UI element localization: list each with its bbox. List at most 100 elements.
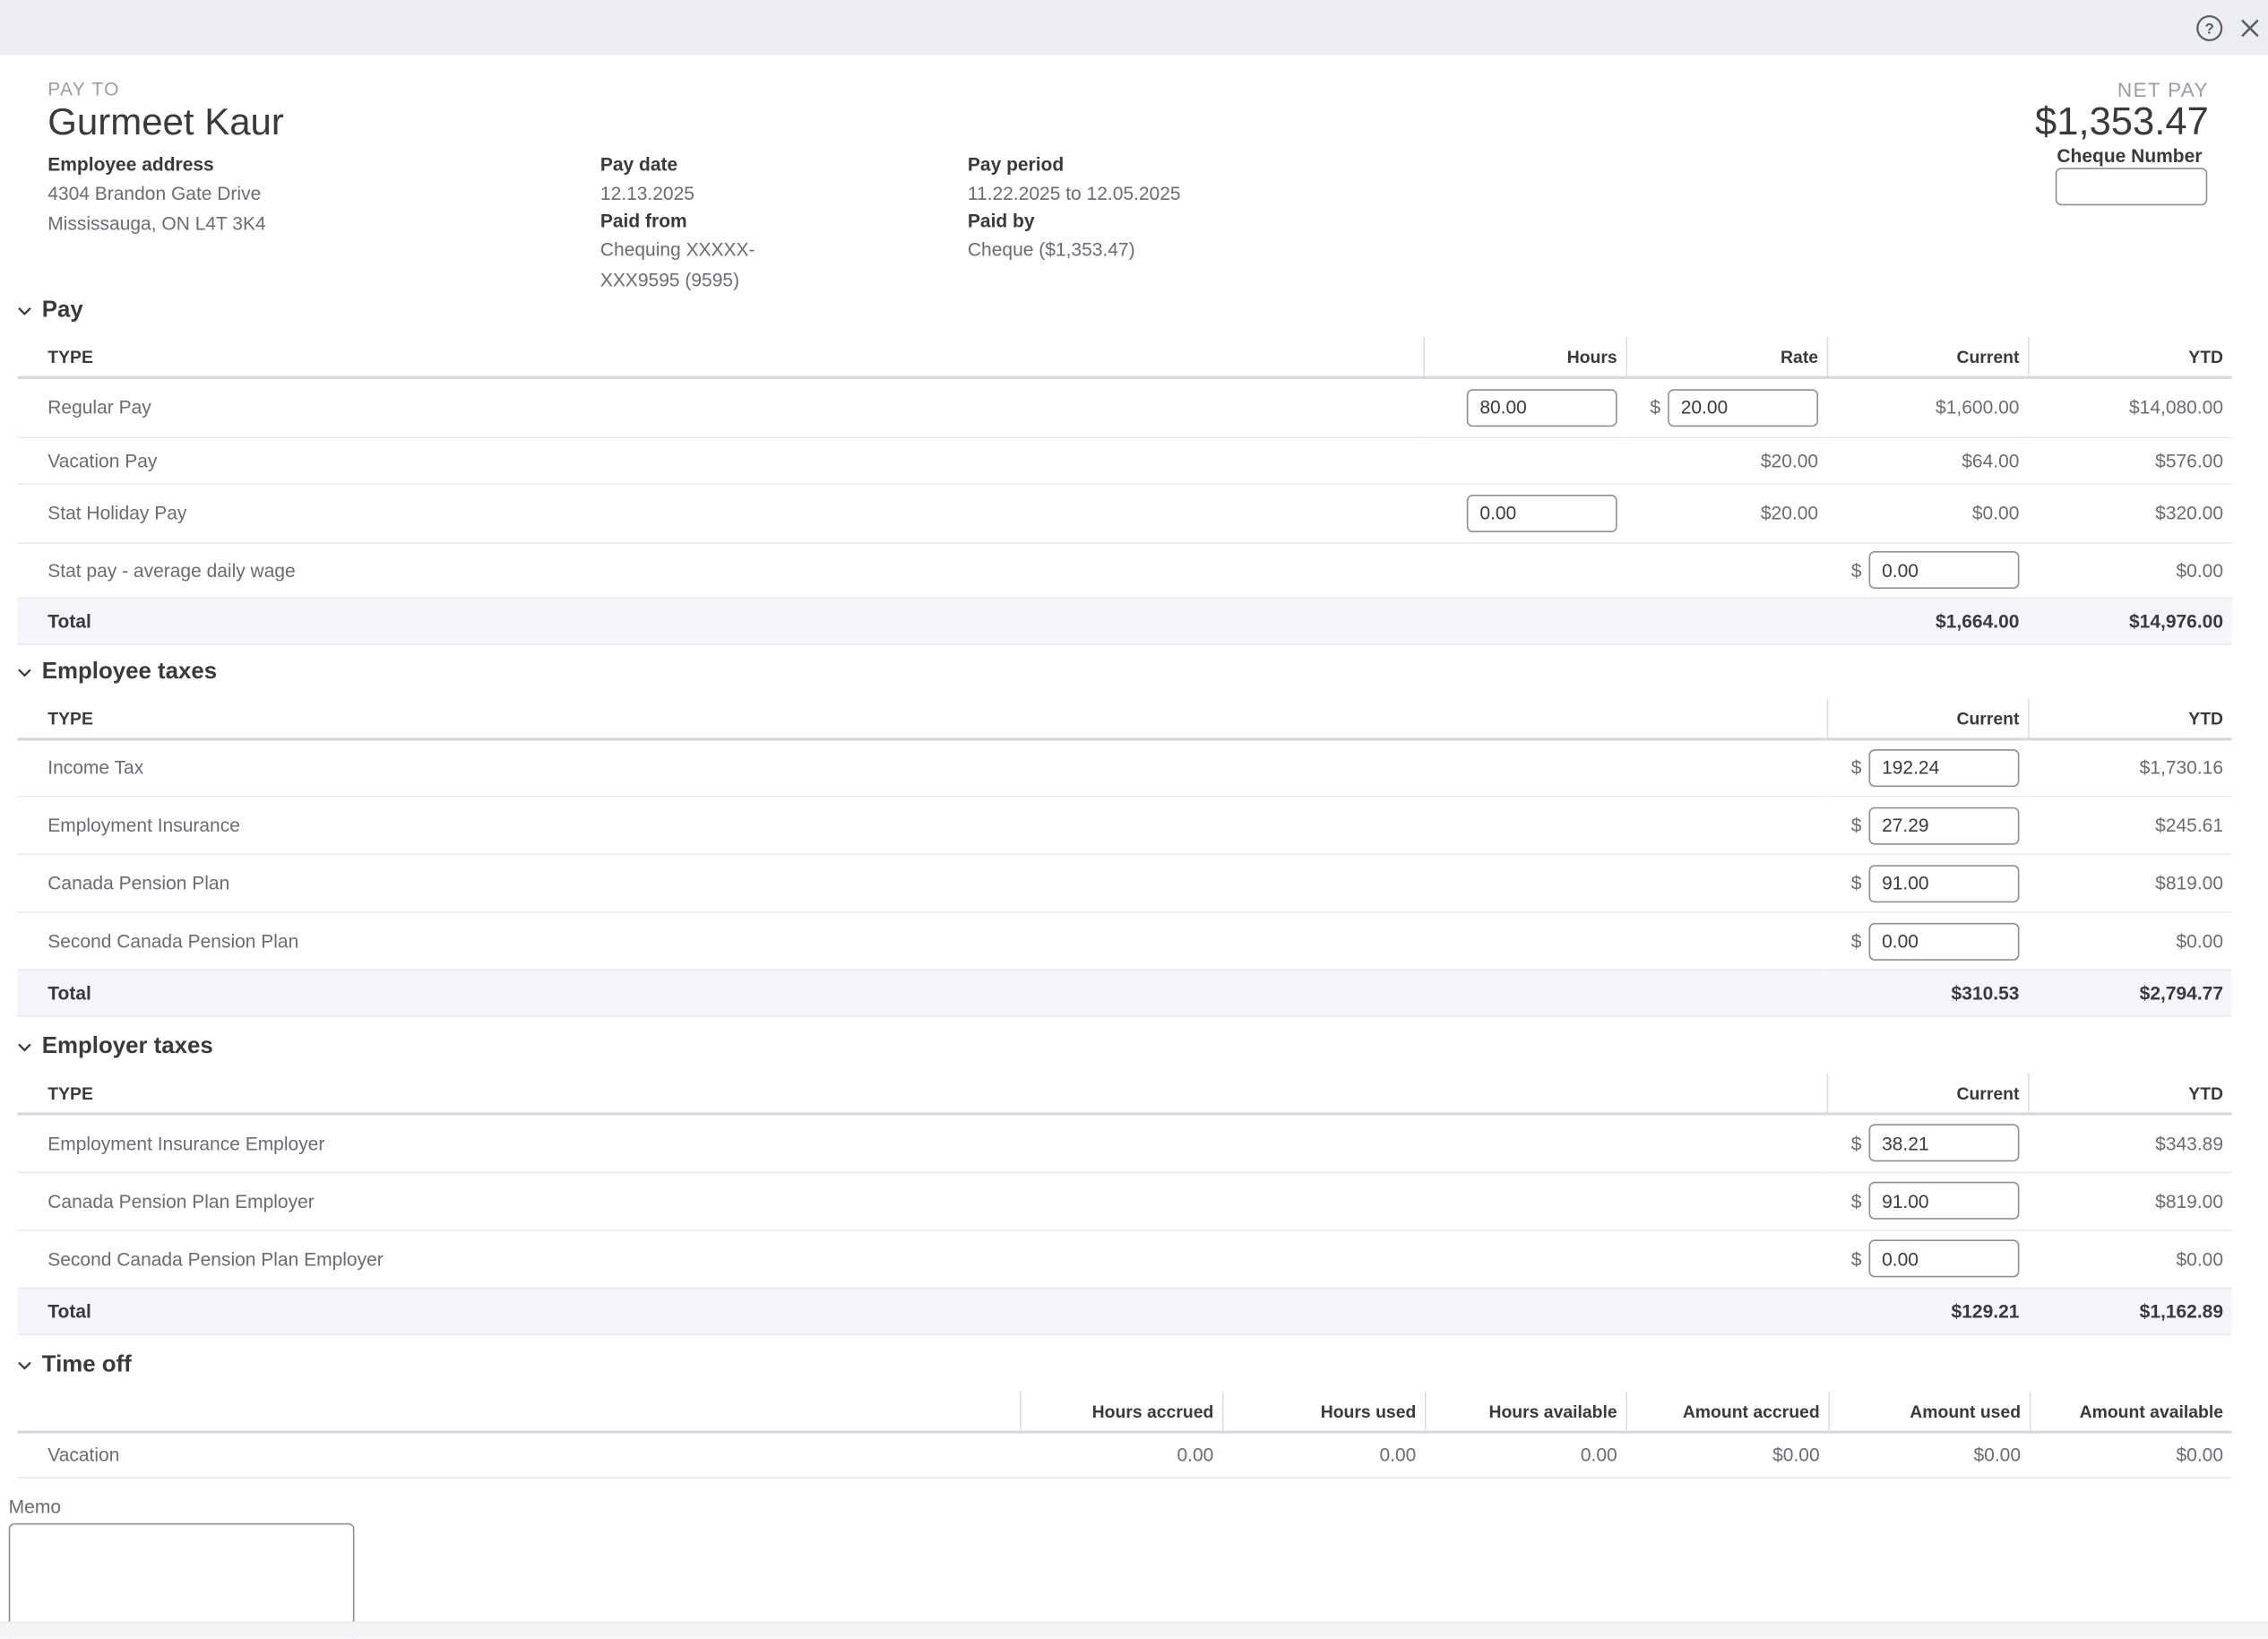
pay-current: $1,600.00 <box>1827 377 2028 436</box>
paid-from-line-1: Chequing XXXXX- <box>600 238 755 260</box>
pay-table: TYPE Hours Rate Current YTD Regular Pay … <box>17 335 2231 644</box>
table-row: Income Tax $ $1,730.16 <box>17 738 2231 797</box>
pay-type: Vacation Pay <box>17 436 1423 483</box>
emp-tax-col-current: Current <box>1827 696 2028 738</box>
timeoff-col-hours-available: Hours available <box>1425 1389 1626 1431</box>
table-row: Second Canada Pension Plan $ $0.00 <box>17 912 2231 970</box>
time-off-header-row: Hours accrued Hours used Hours available… <box>17 1389 2231 1431</box>
pay-ytd: $0.00 <box>2028 542 2232 597</box>
pay-col-hours: Hours <box>1423 335 1626 377</box>
timeoff-col-type <box>17 1389 1020 1431</box>
paycheque-header: PAY TO Gurmeet Kaur Employee address 430… <box>0 55 2268 289</box>
tax-ytd: $819.00 <box>2028 1172 2232 1230</box>
section-pay: Pay <box>17 298 2268 324</box>
pay-rate: $20.00 <box>1626 483 1826 542</box>
address-line-2: Mississauga, ON L4T 3K4 <box>47 212 265 234</box>
employer-taxes-section-title: Employer taxes <box>42 1034 213 1060</box>
cheque-number-label: Cheque Number <box>2057 144 2202 166</box>
employer-taxes-total-row: Total $129.21 $1,162.89 <box>17 1288 2231 1334</box>
tax-type: Canada Pension Plan Employer <box>17 1172 1826 1230</box>
timeoff-col-amount-used: Amount used <box>1828 1389 2029 1431</box>
timeoff-col-amount-accrued: Amount accrued <box>1626 1389 1828 1431</box>
net-pay-label: NET PAY <box>2117 78 2209 101</box>
pay-header-row: TYPE Hours Rate Current YTD <box>17 335 2231 377</box>
pay-hours <box>1423 436 1626 483</box>
timeoff-hours-available: 0.00 <box>1425 1431 1626 1478</box>
regular-pay-rate-input[interactable] <box>1668 389 1818 427</box>
tax-total-current: $129.21 <box>1827 1288 2028 1334</box>
pay-ytd: $14,080.00 <box>2028 377 2232 436</box>
tax-type: Employment Insurance Employer <box>17 1114 1826 1172</box>
pay-rate: $20.00 <box>1626 436 1826 483</box>
timeoff-col-hours-accrued: Hours accrued <box>1020 1389 1222 1431</box>
employee-taxes-total-row: Total $310.53 $2,794.77 <box>17 970 2231 1016</box>
timeoff-hours-used: 0.00 <box>1222 1431 1425 1478</box>
er-tax-col-ytd: YTD <box>2028 1072 2232 1114</box>
pay-type: Regular Pay <box>17 377 1423 436</box>
pay-total-row: Total $1,664.00 $14,976.00 <box>17 598 2231 644</box>
pay-total-ytd: $14,976.00 <box>2028 598 2232 644</box>
timeoff-col-amount-available: Amount available <box>2030 1389 2232 1431</box>
regular-pay-hours-input[interactable] <box>1467 389 1617 427</box>
pay-section-title: Pay <box>42 298 83 324</box>
table-row: Canada Pension Plan Employer $ $819.00 <box>17 1172 2231 1230</box>
table-row: Second Canada Pension Plan Employer $ $0… <box>17 1229 2231 1288</box>
tax-total-ytd: $2,794.77 <box>2028 970 2232 1016</box>
top-bar: ? <box>0 0 2268 55</box>
canada-pension-plan-employer-input[interactable] <box>1869 1182 2020 1220</box>
section-employer-taxes: Employer taxes <box>17 1034 2268 1060</box>
second-canada-pension-plan-employer-input[interactable] <box>1869 1239 2020 1277</box>
dollar-prefix: $ <box>1851 757 1862 779</box>
employment-insurance-employer-input[interactable] <box>1869 1125 2020 1162</box>
timeoff-amount-accrued: $0.00 <box>1626 1431 1828 1478</box>
employer-taxes-header-row: TYPE Current YTD <box>17 1072 2231 1114</box>
tax-ytd: $819.00 <box>2028 854 2232 912</box>
table-row: Vacation Pay $20.00 $64.00 $576.00 <box>17 436 2231 483</box>
tax-total-ytd: $1,162.89 <box>2028 1288 2232 1334</box>
help-icon[interactable]: ? <box>2195 0 2223 55</box>
chevron-down-icon[interactable] <box>17 668 31 677</box>
employment-insurance-input[interactable] <box>1869 807 2020 844</box>
employee-taxes-table: TYPE Current YTD Income Tax $ $1,730.16 … <box>17 696 2231 1017</box>
timeoff-amount-available: $0.00 <box>2030 1431 2232 1478</box>
pay-total-current: $1,664.00 <box>1827 598 2028 644</box>
timeoff-type: Vacation <box>17 1431 1020 1478</box>
table-row: Vacation 0.00 0.00 0.00 $0.00 $0.00 $0.0… <box>17 1431 2231 1478</box>
total-label: Total <box>17 1288 1826 1334</box>
chevron-down-icon[interactable] <box>17 1360 31 1369</box>
tax-type: Income Tax <box>17 738 1826 797</box>
tax-type: Employment Insurance <box>17 797 1826 855</box>
cheque-number-input[interactable] <box>2056 168 2207 205</box>
total-label: Total <box>17 598 1423 644</box>
paid-by-label: Paid by <box>968 210 1035 231</box>
dollar-prefix: $ <box>1851 1133 1862 1154</box>
chevron-down-icon[interactable] <box>17 1043 31 1052</box>
employee-taxes-header-row: TYPE Current YTD <box>17 696 2231 738</box>
chevron-down-icon[interactable] <box>17 306 31 315</box>
er-tax-col-current: Current <box>1827 1072 2028 1114</box>
tax-ytd: $1,730.16 <box>2028 738 2232 797</box>
pay-rate <box>1626 542 1826 597</box>
address-line-1: 4304 Brandon Gate Drive <box>47 182 261 203</box>
total-label: Total <box>17 970 1826 1016</box>
svg-text:?: ? <box>2205 20 2214 37</box>
tax-ytd: $0.00 <box>2028 1229 2232 1288</box>
pay-current: $0.00 <box>1827 483 2028 542</box>
dollar-prefix: $ <box>1650 397 1660 418</box>
section-employee-taxes: Employee taxes <box>17 659 2268 685</box>
pay-ytd: $320.00 <box>2028 483 2232 542</box>
pay-period-value: 11.22.2025 to 12.05.2025 <box>968 182 1181 203</box>
stat-pay-average-input[interactable] <box>1869 551 2020 589</box>
second-canada-pension-plan-input[interactable] <box>1869 922 2020 960</box>
tax-total-current: $310.53 <box>1827 970 2028 1016</box>
table-row: Stat pay - average daily wage $ $0.00 <box>17 542 2231 597</box>
payee-name: Gurmeet Kaur <box>47 99 284 144</box>
canada-pension-plan-input[interactable] <box>1869 864 2020 901</box>
pay-date-value: 12.13.2025 <box>600 182 694 203</box>
income-tax-input[interactable] <box>1869 749 2020 787</box>
timeoff-hours-accrued: 0.00 <box>1020 1431 1222 1478</box>
section-time-off: Time off <box>17 1351 2268 1377</box>
stat-holiday-hours-input[interactable] <box>1467 494 1617 531</box>
close-icon[interactable] <box>2239 0 2261 55</box>
pay-ytd: $576.00 <box>2028 436 2232 483</box>
